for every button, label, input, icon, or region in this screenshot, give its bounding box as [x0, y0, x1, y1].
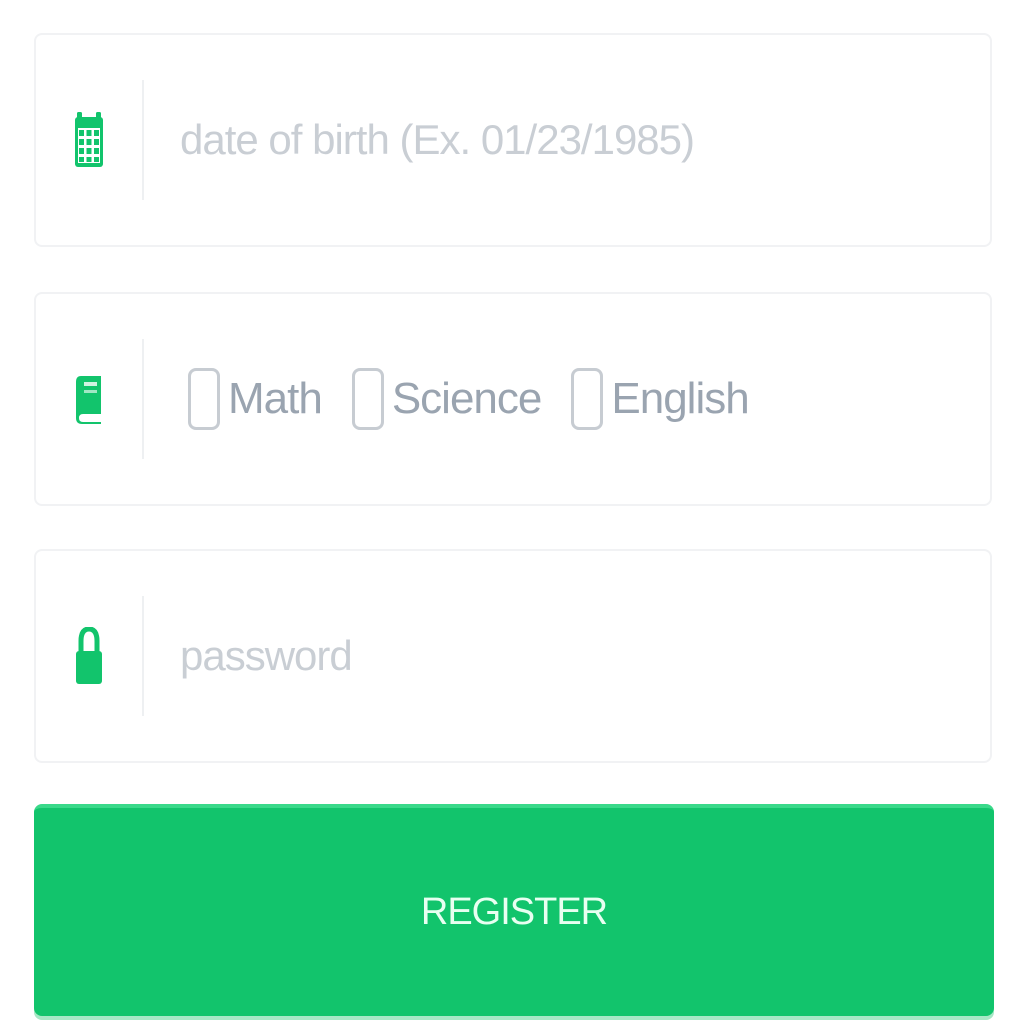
password-input[interactable] [144, 551, 990, 761]
registration-form: Math Science English REGISTER [0, 0, 1024, 1024]
lock-icon [36, 596, 144, 716]
register-button[interactable]: REGISTER [34, 804, 994, 1016]
password-field [34, 549, 992, 763]
math-checkbox[interactable]: Math [188, 368, 323, 430]
checkbox-box[interactable] [351, 368, 384, 430]
subjects-field: Math Science English [34, 292, 992, 506]
english-checkbox[interactable]: English [571, 368, 750, 430]
checkbox-label: Science [391, 374, 543, 423]
checkbox-box[interactable] [188, 368, 220, 430]
date-of-birth-input[interactable] [144, 35, 990, 245]
calendar-icon [36, 80, 144, 200]
science-checkbox[interactable]: Science [351, 368, 543, 430]
checkbox-label: Math [228, 374, 323, 423]
checkbox-box[interactable] [571, 368, 604, 430]
book-icon [36, 339, 144, 459]
subject-checkbox-group: Math Science English [144, 368, 990, 430]
checkbox-label: English [611, 374, 749, 423]
date-of-birth-field [34, 33, 992, 247]
